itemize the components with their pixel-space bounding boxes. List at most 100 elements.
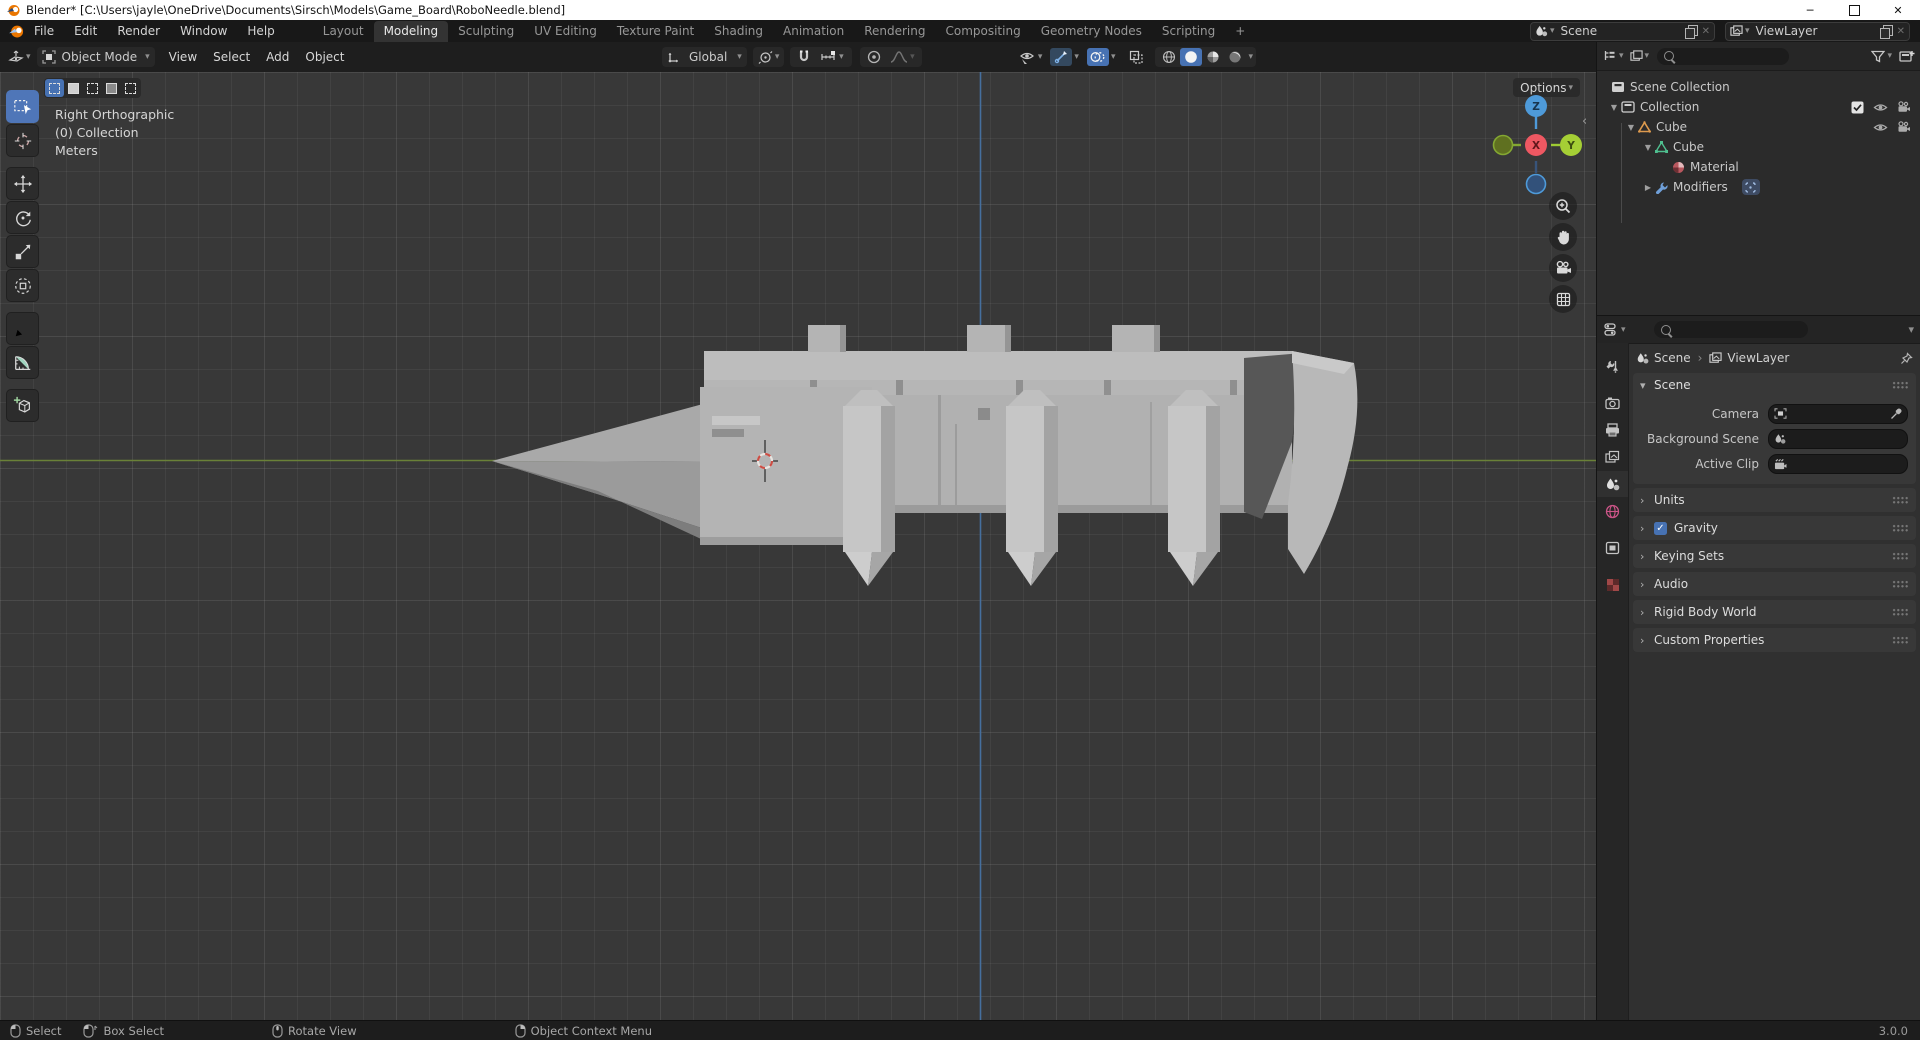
eyedropper-icon[interactable]: [1890, 408, 1902, 420]
scene-panel-header[interactable]: ▾ Scene: [1633, 373, 1916, 397]
custom-properties-panel[interactable]: › Custom Properties: [1633, 628, 1916, 652]
select-mode-set[interactable]: [45, 79, 64, 97]
maximize-button[interactable]: [1832, 0, 1876, 20]
sidebar-collapse-arrow[interactable]: ‹: [1582, 114, 1587, 129]
navigation-gizmo[interactable]: Z X Y: [1482, 90, 1590, 214]
subsurf-modifier-badge[interactable]: [1741, 179, 1760, 195]
breadcrumb-scene[interactable]: Scene: [1654, 351, 1691, 365]
snap-target-selector[interactable]: ▾: [815, 48, 849, 66]
tab-shading[interactable]: Shading: [704, 21, 773, 42]
select-mode-extend[interactable]: [64, 79, 83, 97]
shading-material-button[interactable]: [1202, 48, 1224, 66]
select-mode-invert[interactable]: [102, 79, 121, 97]
disable-render-camera-icon[interactable]: [1897, 121, 1911, 133]
collection-checkbox[interactable]: [1851, 101, 1864, 114]
disable-render-camera-icon[interactable]: [1897, 101, 1911, 113]
tab-tool-properties[interactable]: [1597, 353, 1628, 379]
outliner-editor-type-button[interactable]: ▾: [1603, 49, 1624, 63]
tab-geometry-nodes[interactable]: Geometry Nodes: [1031, 21, 1152, 42]
tab-animation[interactable]: Animation: [773, 21, 854, 42]
menu-view[interactable]: View: [161, 50, 205, 64]
proportional-falloff-selector[interactable]: ▾: [885, 48, 919, 66]
tab-compositing[interactable]: Compositing: [935, 21, 1030, 42]
outliner-row-cube-object[interactable]: ▼ Cube: [1597, 117, 1920, 137]
outliner-row-cube-mesh[interactable]: ▼ Cube: [1597, 137, 1920, 157]
viewport-3d[interactable]: Right Orthographic (0) Collection Meters…: [0, 72, 1596, 1020]
panel-drag-handle[interactable]: [1892, 607, 1909, 617]
panel-drag-handle[interactable]: [1892, 495, 1909, 505]
mode-selector[interactable]: Object Mode ▾: [36, 47, 155, 67]
outliner-display-mode-button[interactable]: ▾: [1629, 49, 1649, 63]
shading-solid-button[interactable]: [1180, 48, 1203, 66]
camera-view-button[interactable]: [1549, 254, 1577, 282]
outliner-row-material[interactable]: ▾ Material: [1597, 157, 1920, 177]
tool-transform[interactable]: [6, 269, 39, 302]
tab-rendering[interactable]: Rendering: [854, 21, 935, 42]
select-mode-subtract[interactable]: [83, 79, 102, 97]
gravity-panel[interactable]: › ✓ Gravity: [1633, 516, 1916, 540]
object-visibility-selector[interactable]: ▾: [1019, 50, 1042, 65]
tab-layout[interactable]: Layout: [313, 21, 374, 42]
editor-type-button[interactable]: ▾: [8, 49, 31, 65]
outliner-row-scene-collection[interactable]: ▾ Scene Collection: [1597, 77, 1920, 97]
menu-add[interactable]: Add: [258, 50, 297, 64]
tool-rotate[interactable]: [6, 201, 39, 234]
outliner-row-collection[interactable]: ▼ Collection: [1597, 97, 1920, 117]
tool-move[interactable]: [6, 167, 39, 200]
audio-panel[interactable]: › Audio: [1633, 572, 1916, 596]
hide-eye-icon[interactable]: [1873, 102, 1888, 113]
menu-edit[interactable]: Edit: [64, 24, 107, 38]
snap-toggle[interactable]: [793, 48, 815, 66]
transform-orientation-selector[interactable]: Global ▾: [662, 47, 747, 67]
breadcrumb-viewlayer[interactable]: ViewLayer: [1727, 351, 1789, 365]
tab-object-properties[interactable]: [1597, 535, 1628, 561]
new-collection-button[interactable]: [1899, 49, 1915, 63]
blender-menu-icon[interactable]: [8, 23, 24, 39]
tab-scripting[interactable]: Scripting: [1152, 21, 1225, 42]
tab-world-properties[interactable]: [1597, 498, 1628, 524]
panel-drag-handle[interactable]: [1892, 380, 1909, 390]
tab-scene-properties[interactable]: [1597, 471, 1628, 497]
select-mode-intersect[interactable]: [121, 79, 140, 97]
new-scene-icon[interactable]: [1684, 24, 1698, 39]
viewlayer-selector[interactable]: ▾ ViewLayer ✕: [1725, 21, 1910, 41]
shading-rendered-button[interactable]: [1224, 48, 1246, 66]
tool-select-box[interactable]: [6, 90, 39, 123]
expander-icon[interactable]: ▼: [1607, 103, 1621, 112]
active-clip-field[interactable]: [1768, 453, 1908, 474]
add-workspace-button[interactable]: +: [1225, 21, 1255, 42]
gravity-checkbox[interactable]: ✓: [1654, 521, 1667, 535]
perspective-toggle-button[interactable]: [1549, 285, 1577, 313]
tab-modeling[interactable]: Modeling: [373, 20, 449, 42]
tool-scale[interactable]: [6, 235, 39, 268]
scene-selector[interactable]: ▾ Scene ✕: [1530, 21, 1715, 41]
menu-file[interactable]: File: [24, 24, 64, 38]
tab-output-properties[interactable]: [1597, 417, 1628, 443]
keying-sets-panel[interactable]: › Keying Sets: [1633, 544, 1916, 568]
xray-toggle[interactable]: [1125, 48, 1147, 66]
tab-uv-editing[interactable]: UV Editing: [524, 21, 607, 42]
hide-eye-icon[interactable]: [1873, 122, 1888, 133]
pin-icon[interactable]: [1900, 351, 1913, 365]
menu-select[interactable]: Select: [205, 50, 258, 64]
menu-object[interactable]: Object: [297, 50, 352, 64]
rigid-body-world-panel[interactable]: › Rigid Body World: [1633, 600, 1916, 624]
properties-options-chevron[interactable]: ▾: [1908, 323, 1914, 336]
tab-texture-paint[interactable]: Texture Paint: [607, 21, 704, 42]
background-scene-field[interactable]: [1768, 428, 1908, 449]
tool-cursor[interactable]: [6, 124, 39, 157]
remove-viewlayer-icon[interactable]: ✕: [1897, 26, 1905, 37]
expander-icon[interactable]: ▼: [1641, 143, 1655, 152]
outliner-filter-button[interactable]: ▾: [1871, 50, 1892, 63]
tool-add-cube[interactable]: [6, 389, 39, 422]
expander-icon[interactable]: ▼: [1624, 123, 1638, 132]
units-panel[interactable]: › Units: [1633, 488, 1916, 512]
outliner-row-modifiers[interactable]: ▶ Modifiers: [1597, 177, 1920, 197]
tab-sculpting[interactable]: Sculpting: [448, 21, 524, 42]
gizmos-toggle[interactable]: ▾: [1050, 48, 1079, 66]
proportional-editing-toggle[interactable]: [863, 48, 885, 66]
overlays-toggle[interactable]: ▾: [1086, 48, 1115, 66]
properties-search-input[interactable]: [1653, 321, 1808, 338]
panel-drag-handle[interactable]: [1892, 523, 1909, 533]
pivot-point-selector[interactable]: ▾: [752, 47, 785, 67]
